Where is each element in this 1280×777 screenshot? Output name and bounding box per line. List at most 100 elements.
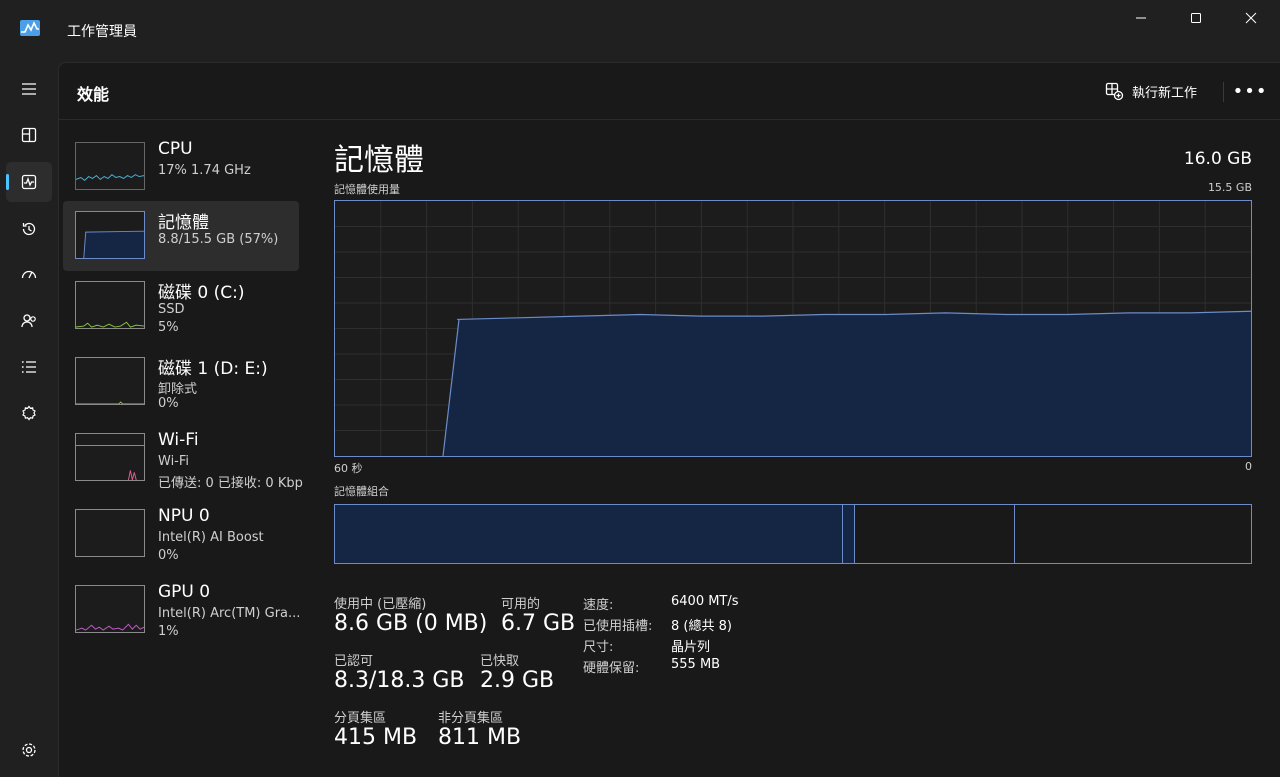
committed-label: 已認可 [334, 654, 374, 669]
composition-free [1015, 505, 1251, 563]
slots-key: 已使用插槽: [583, 619, 653, 634]
run-new-task-icon [1105, 82, 1124, 100]
nav-active-indicator [6, 174, 9, 190]
navigation-rail [0, 62, 58, 777]
hamburger-menu-icon [22, 83, 36, 95]
cpu-thumbnail-graph [75, 142, 145, 190]
nonpaged-pool-label: 非分頁集區 [438, 711, 504, 726]
minimize-icon [1136, 17, 1146, 19]
resource-type: SSD [158, 302, 185, 317]
resource-name: CPU [158, 139, 193, 159]
memory-usage-graph [334, 200, 1252, 457]
nav-settings[interactable] [6, 730, 52, 770]
resource-disk-0[interactable]: 磁碟 0 (C:) SSD 5% [63, 271, 299, 341]
axis-left-label: 60 秒 [334, 462, 363, 475]
performance-page: 效能 執行新工作 ••• CPU 17% 1.74 GHz 記憶體 8.8/15… [58, 62, 1280, 777]
window-title: 工作管理員 [67, 24, 137, 40]
cached-label: 已快取 [480, 654, 520, 669]
resource-disk-1[interactable]: 磁碟 1 (D: E:) 卸除式 0% [63, 347, 299, 417]
composition-modified [843, 505, 856, 563]
usage-graph-label: 記憶體使用量 [334, 183, 400, 196]
axis-right-label: 0 [1245, 460, 1252, 473]
close-button[interactable] [1224, 0, 1278, 36]
nav-details[interactable] [6, 347, 52, 387]
nav-services[interactable] [6, 393, 52, 433]
run-new-task-button[interactable]: 執行新工作 [1105, 80, 1197, 102]
minimize-button[interactable] [1114, 0, 1168, 36]
services-icon [22, 405, 36, 421]
memory-composition-bar [334, 504, 1252, 564]
details-icon [21, 361, 36, 373]
task-manager-app-icon [20, 20, 40, 36]
nav-startup-apps[interactable] [6, 255, 52, 295]
npu-thumbnail-graph [75, 509, 145, 557]
resource-usage: 5% [158, 320, 179, 335]
resource-usage: 0% [158, 396, 179, 411]
speed-key: 速度: [583, 598, 614, 613]
nav-users[interactable] [6, 301, 52, 341]
resource-name: Wi-Fi [158, 430, 199, 450]
page-header: 效能 執行新工作 ••• [59, 63, 1280, 120]
resource-usage: 17% 1.74 GHz [158, 163, 251, 178]
resource-throughput: 已傳送: 0 已接收: 0 Kbps [158, 476, 303, 491]
run-new-task-label: 執行新工作 [1132, 85, 1198, 101]
header-divider [1223, 82, 1224, 102]
resource-type: Intel(R) AI Boost [158, 530, 264, 545]
resource-memory[interactable]: 記憶體 8.8/15.5 GB (57%) [63, 201, 299, 271]
processes-icon [21, 127, 37, 143]
resource-name: GPU 0 [158, 582, 211, 602]
hardware-reserved-key: 硬體保留: [583, 661, 640, 676]
resource-type: Wi-Fi [158, 454, 190, 469]
resource-usage: 0% [158, 548, 179, 563]
maximize-icon [1191, 13, 1201, 23]
maximize-button[interactable] [1169, 0, 1223, 36]
available-value: 6.7 GB [501, 611, 576, 636]
users-icon [21, 314, 36, 328]
paged-pool-label: 分頁集區 [334, 711, 387, 726]
composition-standby [855, 505, 1015, 563]
more-options-button[interactable]: ••• [1232, 79, 1268, 103]
resource-cpu[interactable]: CPU 17% 1.74 GHz [63, 132, 299, 202]
resource-gpu[interactable]: GPU 0 Intel(R) Arc(TM) Gra... 1% [63, 575, 301, 645]
memory-total: 16.0 GB [1183, 149, 1252, 169]
resource-name: 磁碟 0 (C:) [158, 283, 245, 303]
more-options-icon: ••• [1232, 80, 1268, 102]
in-use-label: 使用中 (已壓縮) [334, 597, 427, 612]
performance-icon [21, 174, 37, 190]
resource-type: Intel(R) Arc(TM) Gra... [158, 606, 301, 621]
startup-apps-icon [21, 270, 37, 279]
gpu-thumbnail-graph [75, 585, 145, 633]
resource-name: 記憶體 [158, 213, 209, 233]
usage-graph-max: 15.5 GB [1207, 181, 1252, 194]
composition-label: 記憶體組合 [334, 485, 389, 498]
nav-app-history[interactable] [6, 209, 52, 249]
title-bar: 工作管理員 [0, 0, 1280, 62]
paged-pool-value: 415 MB [334, 725, 418, 750]
close-icon [1245, 12, 1257, 24]
resource-name: NPU 0 [158, 506, 210, 526]
nonpaged-pool-value: 811 MB [438, 725, 522, 750]
form-factor-key: 尺寸: [583, 640, 614, 655]
resource-usage: 8.8/15.5 GB (57%) [158, 232, 279, 247]
speed-value: 6400 MT/s [671, 594, 739, 609]
disk0-thumbnail-graph [75, 281, 145, 329]
resource-npu[interactable]: NPU 0 Intel(R) AI Boost 0% [63, 499, 299, 569]
nav-processes[interactable] [6, 115, 52, 155]
disk1-thumbnail-graph [75, 357, 145, 405]
settings-icon [22, 743, 36, 757]
app-history-icon [22, 222, 36, 236]
nav-performance[interactable] [6, 162, 52, 202]
form-factor-value: 晶片列 [671, 640, 711, 655]
resource-usage: 1% [158, 624, 179, 639]
hardware-reserved-value: 555 MB [671, 657, 721, 672]
wifi-thumbnail-graph [75, 433, 145, 481]
page-title: 效能 [77, 85, 110, 104]
resource-wifi[interactable]: Wi-Fi Wi-Fi 已傳送: 0 已接收: 0 Kbps [63, 423, 303, 493]
nav-menu-button[interactable] [6, 69, 52, 109]
cached-value: 2.9 GB [480, 668, 555, 693]
committed-value: 8.3/18.3 GB [334, 668, 465, 693]
resource-type: 卸除式 [158, 382, 198, 397]
composition-in-use [335, 505, 844, 563]
available-label: 可用的 [501, 597, 541, 612]
usage-area [443, 311, 1251, 456]
